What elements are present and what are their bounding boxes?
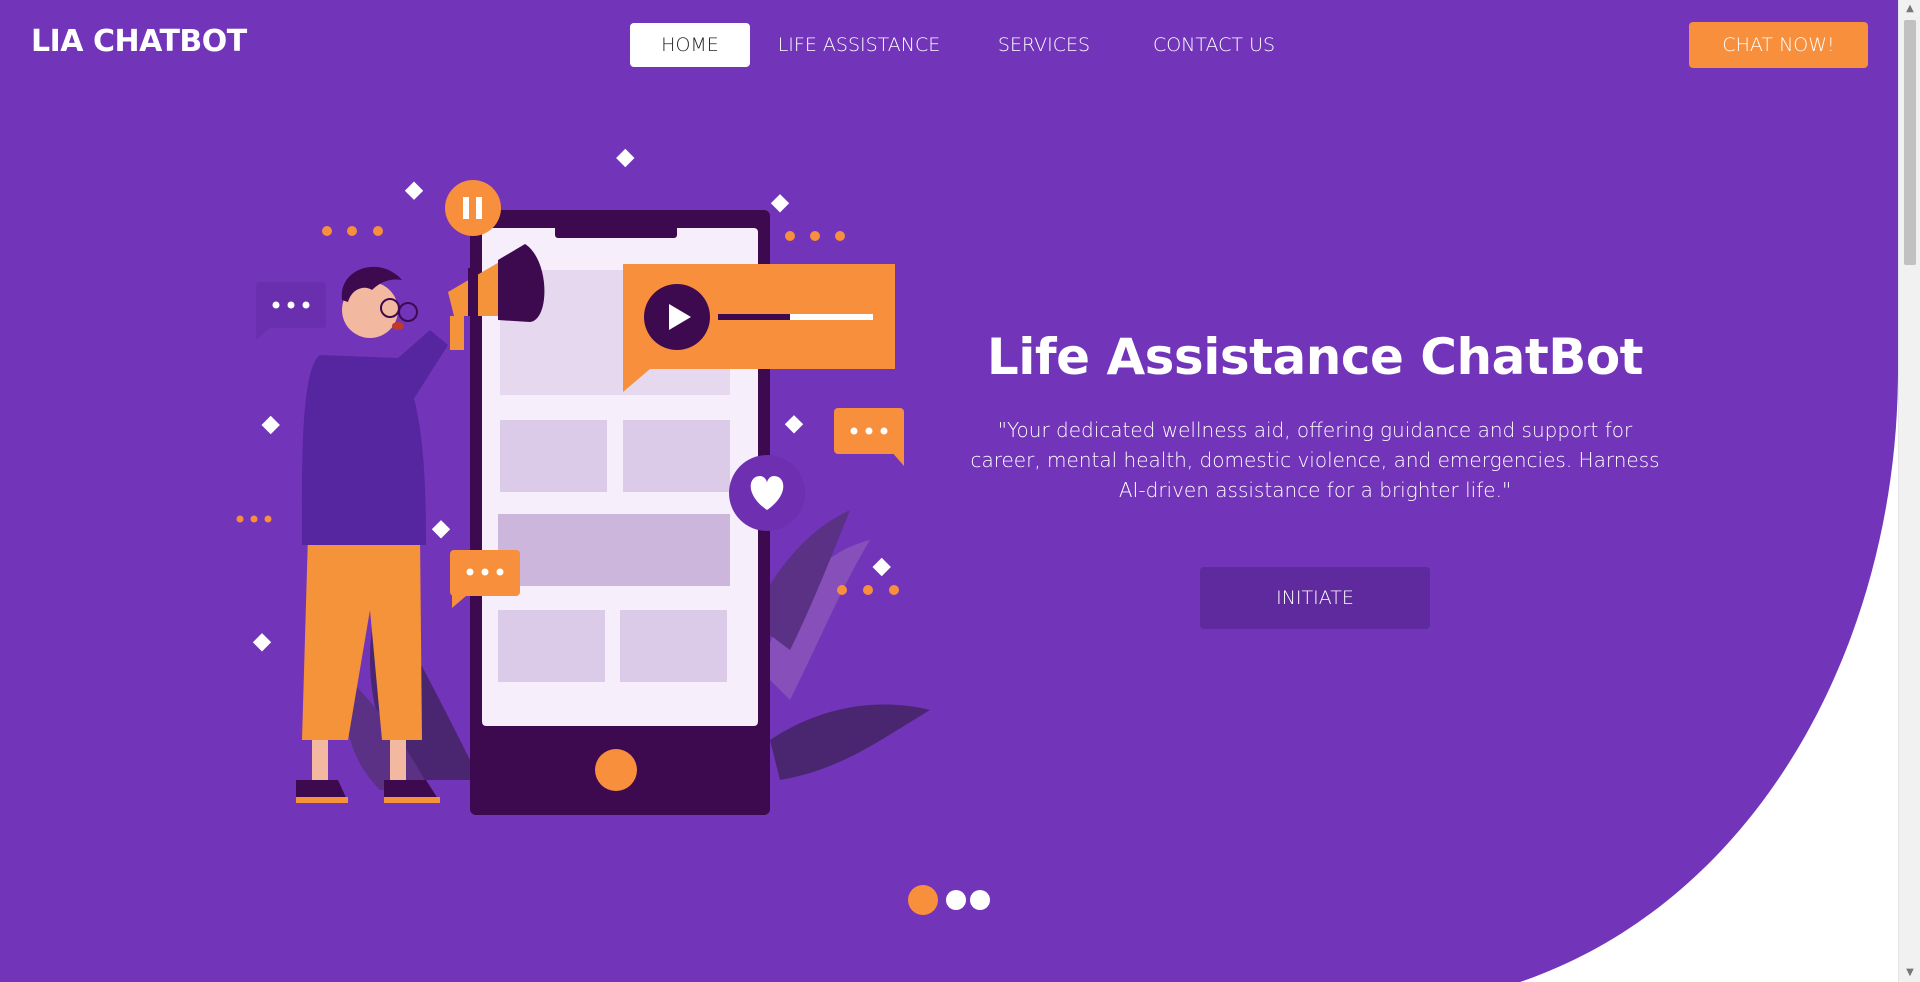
initiate-button[interactable]: INITIATE <box>1200 567 1430 629</box>
navbar: LIA CHATBOT HOME LIFE ASSISTANCE SERVICE… <box>0 0 1898 92</box>
pause-icon <box>445 180 501 236</box>
scroll-down-icon[interactable]: ▼ <box>1899 964 1920 982</box>
carousel-dot-3[interactable] <box>970 890 990 910</box>
nav-home[interactable]: HOME <box>630 23 750 67</box>
brand-logo[interactable]: LIA CHATBOT <box>31 24 247 59</box>
vertical-scrollbar[interactable]: ▲ ▼ <box>1898 0 1920 982</box>
chat-bubble-icon <box>256 282 326 340</box>
nav-life-assistance[interactable]: LIFE ASSISTANCE <box>770 23 948 67</box>
carousel-dot-1[interactable] <box>908 885 938 915</box>
scroll-up-icon[interactable]: ▲ <box>1899 0 1920 18</box>
hero-illustration <box>236 148 930 815</box>
hero-description: "Your dedicated wellness aid, offering g… <box>970 418 1660 502</box>
page: LIA CHATBOT HOME LIFE ASSISTANCE SERVICE… <box>0 0 1898 982</box>
heart-icon <box>729 455 805 531</box>
nav-contact-us[interactable]: CONTACT US <box>1140 23 1288 67</box>
chat-bubble-icon <box>834 408 904 466</box>
carousel-dot-2[interactable] <box>946 890 966 910</box>
nav-services[interactable]: SERVICES <box>985 23 1103 67</box>
chat-now-button[interactable]: CHAT NOW! <box>1689 22 1868 68</box>
hero-title: Life Assistance ChatBot <box>986 328 1644 386</box>
scrollbar-thumb[interactable] <box>1904 20 1916 265</box>
